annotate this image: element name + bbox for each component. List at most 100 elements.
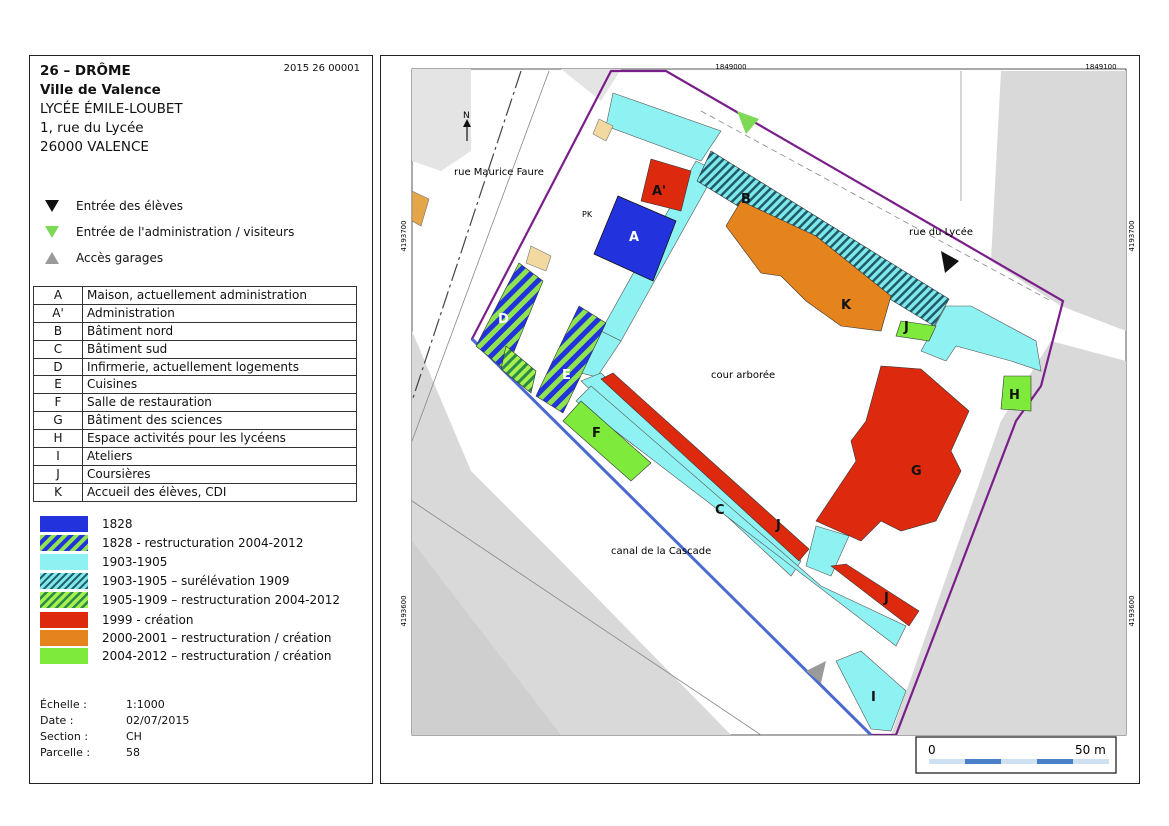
table-row: F Salle de restauration	[33, 393, 357, 413]
legend-label: 1905-1909 – restructuration 2004-2012	[102, 593, 340, 607]
table-row: D Infirmerie, actuellement logements	[33, 357, 357, 377]
scale-start-label: 0	[928, 743, 936, 757]
building-name: Administration	[82, 303, 357, 323]
coord-x2: 1849100	[1085, 63, 1116, 71]
meta-key: Parcelle :	[40, 746, 91, 759]
symbol-admin-entrance: Entrée de l'administration / visiteurs	[44, 225, 294, 239]
building-letter: F	[33, 393, 83, 413]
label-j: J	[883, 591, 889, 606]
north-label: N	[463, 111, 470, 121]
label-e: E	[562, 368, 571, 383]
coord-y2-left: 4193600	[400, 595, 408, 626]
building-letter: E	[33, 375, 83, 395]
meta-value: 1:1000	[126, 698, 165, 711]
symbol-students-entrance: Entrée des élèves	[44, 199, 183, 213]
table-row: J Coursières	[33, 464, 357, 484]
courtyard-label: cour arborée	[711, 369, 775, 381]
table-row: A' Administration	[33, 303, 357, 323]
label-a: A	[629, 230, 639, 245]
building-name: Infirmerie, actuellement logements	[82, 357, 357, 377]
down-triangle-icon	[45, 226, 59, 238]
table-row: I Ateliers	[33, 447, 357, 466]
building-letter: A'	[33, 303, 83, 323]
down-triangle-icon	[45, 200, 59, 212]
document-code: 2015 26 00001	[283, 63, 360, 74]
building-name: Accueil des élèves, CDI	[82, 482, 357, 502]
legend-swatch	[40, 554, 88, 570]
meta-key: Date :	[40, 714, 74, 727]
canal-label: canal de la Cascade	[611, 546, 711, 557]
building-letter: C	[33, 339, 83, 359]
label-c: C	[715, 503, 725, 518]
parking-label: PK	[582, 210, 593, 219]
up-triangle-icon	[45, 252, 59, 264]
symbol-label: Entrée de l'administration / visiteurs	[76, 225, 295, 239]
map-metadata: Échelle : 1:1000 Date : 02/07/2015 Section…	[40, 697, 189, 761]
department-title: 26 – DRÔME	[40, 63, 131, 79]
street-label: rue Maurice Faure	[454, 167, 544, 178]
legend-item: 1999 - création	[40, 611, 194, 629]
building-name: Coursières	[82, 464, 357, 484]
table-row: K Accueil des élèves, CDI	[33, 482, 357, 502]
label-a-prime: A'	[652, 184, 666, 199]
legend-item: 1905-1909 – restructuration 2004-2012	[40, 591, 340, 609]
building-name: Bâtiment nord	[82, 321, 357, 341]
symbol-label: Accès garages	[76, 251, 164, 265]
coord-y1-right: 4193700	[1128, 220, 1136, 251]
symbol-garage-access: Accès garages	[44, 251, 163, 265]
scale-end-label: 50 m	[1075, 743, 1106, 757]
table-row: A Maison, actuellement administration	[33, 286, 357, 305]
legend-swatch	[40, 630, 88, 646]
symbol-label: Entrée des élèves	[76, 199, 184, 213]
street-label: rue du Lycée	[909, 226, 973, 238]
site-map: 1849000 1849100 4193700 4193700 4193600 …	[400, 63, 1136, 774]
table-row: H Espace activités pour les lycéens	[33, 429, 357, 449]
table-row: E Cuisines	[33, 375, 357, 395]
legend-item: 1828	[40, 515, 133, 533]
building-letter: J	[33, 464, 83, 484]
label-f: F	[592, 426, 601, 441]
legend-panel: 26 – DRÔME Ville de Valence LYCÉE ÉMILE-…	[29, 55, 373, 784]
legend-label: 1903-1905	[102, 555, 168, 569]
legend-label: 2004-2012 – restructuration / création	[102, 649, 332, 663]
legend-label: 1903-1905 – surélévation 1909	[102, 574, 290, 588]
label-j: J	[775, 518, 781, 533]
coord-x1: 1849000	[715, 63, 746, 71]
building-name: Bâtiment des sciences	[82, 411, 357, 431]
building-name: Salle de restauration	[82, 393, 357, 413]
map-panel: 1849000 1849100 4193700 4193700 4193600 …	[380, 55, 1140, 784]
legend-swatch	[40, 648, 88, 664]
table-row: G Bâtiment des sciences	[33, 411, 357, 431]
legend-swatch	[40, 592, 88, 608]
building-name: Maison, actuellement administration	[82, 286, 357, 305]
coord-y1-left: 4193700	[400, 220, 408, 251]
building-name: Ateliers	[82, 447, 357, 466]
label-h: H	[1009, 388, 1020, 403]
building-letter: G	[33, 411, 83, 431]
legend-label: 1828	[102, 517, 133, 531]
legend-swatch	[40, 516, 88, 532]
label-i: I	[871, 690, 876, 705]
legend-label: 1828 - restructuration 2004-2012	[102, 536, 304, 550]
coord-y2-right: 4193600	[1128, 595, 1136, 626]
meta-value: 02/07/2015	[126, 714, 190, 727]
buildings-table: A Maison, actuellement administration A' A…	[33, 286, 357, 502]
building-letter: A	[33, 286, 83, 305]
meta-key: Échelle :	[40, 698, 87, 711]
legend-item: 1903-1905 – surélévation 1909	[40, 572, 289, 590]
meta-key: Section :	[40, 730, 89, 743]
table-row: C Bâtiment sud	[33, 339, 357, 359]
building-name: Cuisines	[82, 375, 357, 395]
legend-label: 1999 - création	[102, 613, 194, 627]
label-k: K	[841, 298, 852, 313]
header-block: 26 – DRÔME Ville de Valence LYCÉE ÉMILE-…	[40, 62, 183, 157]
legend-item: 2000-2001 – restructuration / création	[40, 629, 331, 647]
legend-swatch	[40, 573, 88, 589]
city-title: Ville de Valence	[40, 82, 161, 98]
building-letter: B	[33, 321, 83, 341]
building-letter: K	[33, 482, 83, 502]
legend-label: 2000-2001 – restructuration / création	[102, 631, 332, 645]
table-row: B Bâtiment nord	[33, 321, 357, 341]
building-name: Espace activités pour les lycéens	[82, 429, 357, 449]
scale-bar: 0 50 m	[915, 736, 1117, 774]
